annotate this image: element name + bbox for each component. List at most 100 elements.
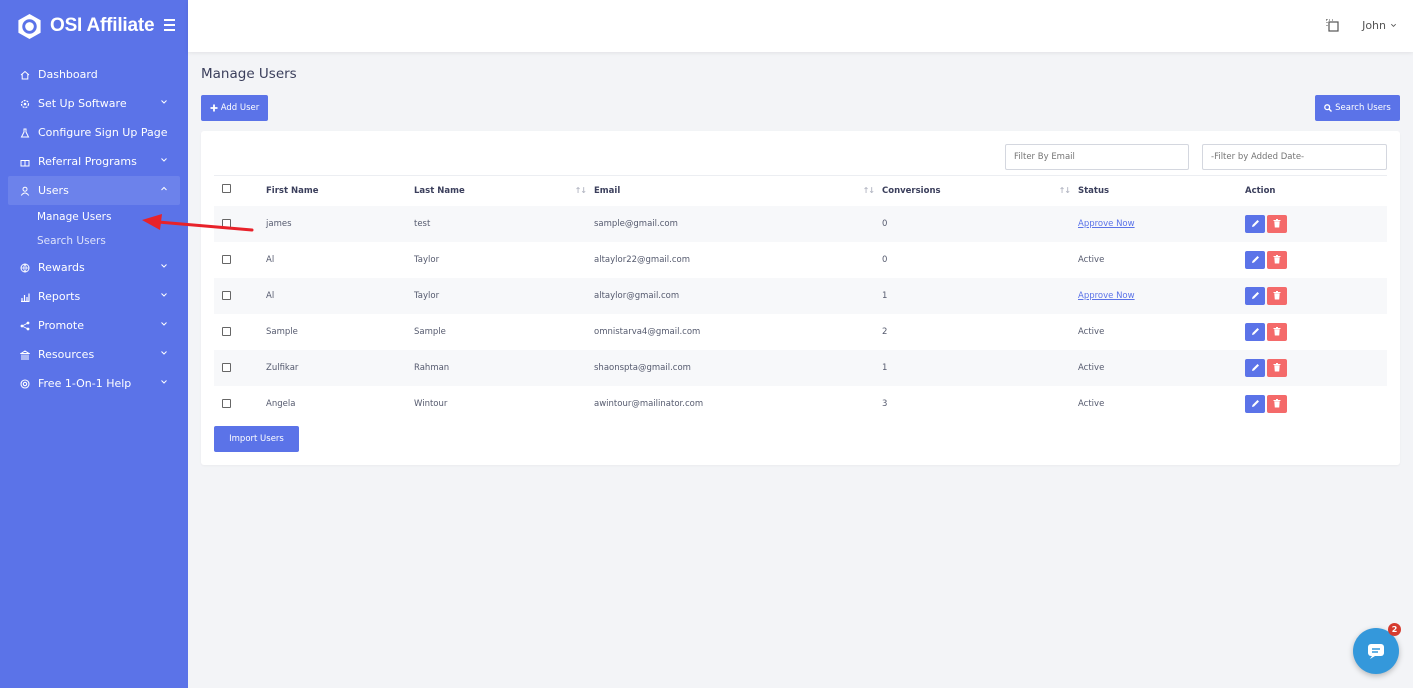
column-header-email[interactable]: Email ↑↓ — [594, 175, 882, 206]
row-checkbox[interactable] — [222, 254, 231, 264]
delete-button[interactable] — [1267, 358, 1287, 377]
edit-button[interactable] — [1245, 322, 1265, 341]
first-name-cell: Al — [266, 290, 275, 301]
edit-button[interactable] — [1245, 358, 1265, 377]
page-title: Manage Users — [201, 66, 297, 82]
table-row: james test sample@gmail.com 0 Approve Now — [214, 205, 1387, 242]
select-cell — [214, 386, 266, 422]
delete-button[interactable] — [1267, 394, 1287, 413]
delete-button[interactable] — [1267, 286, 1287, 305]
import-users-label: Import Users — [229, 434, 284, 444]
first-name-cell: Al — [266, 254, 275, 265]
logo-icon — [18, 13, 41, 39]
sidebar-item-label: Configure Sign Up Page — [38, 126, 168, 139]
status-cell: Approve Now — [1078, 278, 1245, 314]
sort-icon[interactable]: ↑↓ — [863, 186, 875, 195]
first-name-cell: Zulfikar — [266, 362, 299, 373]
row-checkbox[interactable] — [222, 362, 231, 372]
row-checkbox[interactable] — [222, 290, 231, 300]
table-row: Angela Wintour awintour@mailinator.com 3 Act… — [214, 386, 1387, 422]
gear-icon — [20, 99, 30, 109]
sidebar-item-set-up-software[interactable]: Set Up Software — [8, 89, 180, 118]
column-header-first-name[interactable]: First Name — [266, 175, 414, 206]
sidebar-item-configure-sign-up[interactable]: Configure Sign Up Page — [8, 118, 180, 147]
conversions-cell: 3 — [882, 398, 888, 409]
edit-button[interactable] — [1245, 250, 1265, 269]
flask-icon — [20, 128, 30, 138]
sidebar-item-promote[interactable]: Promote — [8, 311, 180, 340]
user-menu[interactable]: John — [1362, 19, 1397, 32]
bar-chart-icon — [20, 292, 30, 302]
approve-now-link[interactable]: Approve Now — [1078, 219, 1135, 229]
sidebar-item-resources[interactable]: Resources — [8, 340, 180, 369]
row-checkbox[interactable] — [222, 326, 231, 336]
chat-notification-badge: 2 — [1388, 623, 1401, 636]
search-icon — [1324, 104, 1333, 112]
trash-icon — [1273, 219, 1281, 228]
chevron-up-icon — [161, 186, 167, 191]
sidebar-item-label: Dashboard — [38, 68, 98, 81]
sidebar-item-rewards[interactable]: Rewards — [8, 253, 180, 282]
column-label: Conversions — [882, 185, 941, 196]
sidebar-item-users[interactable]: Users — [8, 176, 180, 205]
chat-icon — [1368, 644, 1384, 659]
sidebar-item-reports[interactable]: Reports — [8, 282, 180, 311]
delete-button[interactable] — [1267, 214, 1287, 233]
table-row: Sample Sample omnistarva4@gmail.com 2 Active — [214, 314, 1387, 350]
sidebar-item-label: Users — [38, 184, 69, 197]
pencil-icon — [1251, 328, 1259, 335]
email-cell: sample@gmail.com — [594, 218, 678, 229]
chevron-down-icon — [161, 264, 167, 268]
select-all-checkbox[interactable] — [222, 183, 231, 193]
fullscreen-icon[interactable] — [1325, 18, 1340, 33]
brand[interactable]: OSI Affiliate — [0, 0, 188, 52]
last-name-cell: Wintour — [414, 398, 448, 409]
status-cell: Active — [1078, 350, 1245, 386]
column-header-status[interactable]: Status — [1078, 175, 1245, 206]
edit-button[interactable] — [1245, 394, 1265, 413]
sidebar-item-dashboard[interactable]: Dashboard — [8, 60, 180, 89]
table-row: Al Taylor altaylor22@gmail.com 0 Active — [214, 242, 1387, 278]
conversions-cell: 0 — [882, 218, 888, 229]
sidebar-item-referral-programs[interactable]: Referral Programs — [8, 147, 180, 176]
search-users-button[interactable]: Search Users — [1315, 95, 1400, 121]
bank-icon — [20, 349, 30, 360]
column-header-conversions[interactable]: Conversions ↑↓ — [882, 175, 1078, 206]
email-cell: altaylor@gmail.com — [594, 290, 680, 301]
select-cell — [214, 278, 266, 314]
add-user-button[interactable]: Add User — [201, 95, 268, 121]
filter-email-input[interactable] — [1005, 144, 1189, 170]
sort-icon[interactable]: ↑↓ — [575, 186, 587, 195]
sidebar-item-label: Reports — [38, 290, 81, 303]
table-row: Al Taylor altaylor@gmail.com 1 Approve Now — [214, 277, 1387, 314]
row-checkbox[interactable] — [222, 398, 231, 408]
delete-button[interactable] — [1267, 322, 1287, 341]
sidebar-item-free-help[interactable]: Free 1-On-1 Help — [8, 369, 180, 398]
action-cell — [1245, 278, 1387, 314]
search-users-label: Search Users — [1335, 103, 1391, 113]
import-users-button[interactable]: Import Users — [214, 426, 299, 452]
table-row: Zulfikar Rahman shaonspta@gmail.com 1 Active — [214, 349, 1387, 386]
edit-button[interactable] — [1245, 214, 1265, 233]
sidebar-item-label: Referral Programs — [38, 155, 137, 168]
sidebar-item-label: Set Up Software — [38, 97, 127, 110]
approve-now-link[interactable]: Approve Now — [1078, 291, 1135, 301]
select-cell — [214, 350, 266, 386]
trash-icon — [1273, 399, 1281, 408]
column-label: Last Name — [414, 185, 465, 196]
delete-button[interactable] — [1267, 250, 1287, 269]
pencil-icon — [1251, 220, 1259, 227]
conversions-cell: 1 — [882, 290, 888, 301]
annotation-arrow — [142, 214, 254, 232]
column-header-last-name[interactable]: Last Name ↑↓ — [414, 175, 594, 206]
menu-toggle-icon[interactable] — [164, 19, 175, 31]
sidebar: OSI Affiliate Dashboard Set Up Software … — [0, 0, 188, 688]
status-cell: Active — [1078, 242, 1245, 278]
edit-button[interactable] — [1245, 286, 1265, 305]
share-icon — [20, 321, 30, 331]
filter-date-input[interactable] — [1202, 144, 1387, 170]
sidebar-item-label: Free 1-On-1 Help — [38, 377, 132, 390]
last-name-cell: Taylor — [414, 254, 440, 265]
sort-icon[interactable]: ↑↓ — [1059, 186, 1071, 195]
chevron-down-icon — [161, 351, 167, 355]
